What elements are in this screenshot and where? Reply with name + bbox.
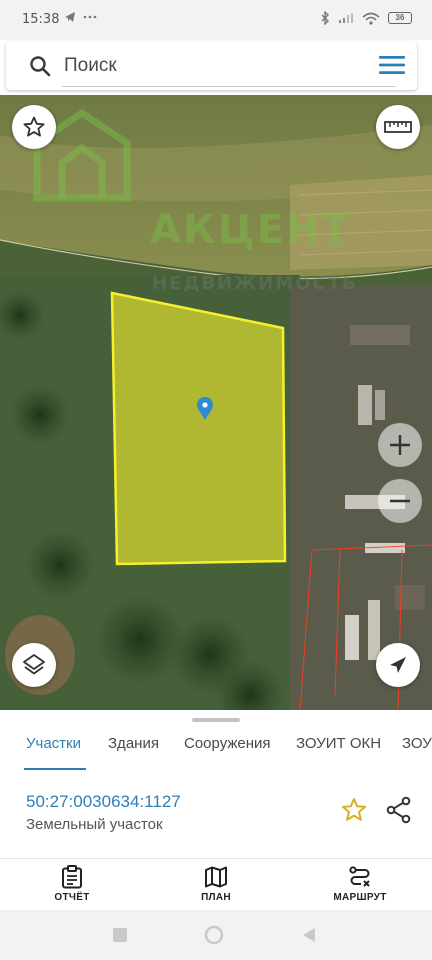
signal-icon — [339, 13, 353, 23]
watermark-title: АКЦЕНТ — [150, 207, 351, 253]
nav-plan-label: ПЛАН — [201, 892, 231, 903]
status-right-icons: 36 — [320, 11, 412, 25]
search-icon[interactable] — [28, 54, 52, 78]
home-icon[interactable] — [204, 925, 224, 945]
star-outline-icon — [23, 116, 45, 137]
layers-button[interactable] — [12, 643, 56, 687]
nav-report[interactable]: ОТЧЁТ — [22, 863, 122, 909]
more-icon — [84, 15, 97, 19]
tab-structures[interactable]: Сооружения — [184, 724, 271, 772]
clipboard-icon — [62, 865, 82, 889]
watermark-subtitle: НЕДВИЖИМОСТЬ — [152, 273, 358, 294]
search-bar — [6, 42, 417, 90]
plus-icon — [390, 435, 410, 455]
battery-icon: 36 — [388, 12, 412, 24]
search-underline — [62, 86, 396, 87]
notification-icons — [64, 11, 97, 26]
star-favorite-icon[interactable] — [340, 796, 368, 824]
recent-apps-icon[interactable] — [112, 927, 128, 943]
navigation-arrow-icon — [390, 657, 406, 673]
tab-parcels[interactable]: Участки — [26, 724, 81, 772]
wifi-icon — [362, 12, 380, 25]
drag-handle[interactable] — [192, 718, 240, 722]
zoom-out-button[interactable] — [378, 479, 422, 523]
measure-button[interactable] — [376, 105, 420, 149]
search-input[interactable] — [64, 50, 364, 82]
nav-route-label: МАРШРУТ — [333, 892, 387, 903]
system-navigation-bar — [0, 910, 432, 960]
status-time: 15:38 — [22, 12, 60, 27]
favorites-button[interactable] — [12, 105, 56, 149]
nav-plan[interactable]: ПЛАН — [166, 863, 266, 909]
share-icon[interactable] — [385, 796, 413, 824]
bottom-navigation: ОТЧЁТ ПЛАН МАРШРУТ — [0, 858, 432, 910]
back-icon[interactable] — [302, 927, 316, 943]
telegram-icon — [65, 12, 75, 22]
map-view[interactable]: АКЦЕНТ НЕДВИЖИМОСТЬ — [0, 95, 432, 710]
tab-buildings[interactable]: Здания — [108, 724, 159, 772]
menu-icon[interactable] — [379, 54, 405, 76]
category-tabs: Участки Здания Сооружения ЗОУИТ ОКН ЗОУ — [0, 724, 432, 772]
zoom-in-button[interactable] — [378, 423, 422, 467]
tab-zou[interactable]: ЗОУ — [402, 724, 432, 772]
route-icon — [349, 866, 370, 887]
ruler-icon — [384, 121, 412, 133]
status-bar: 15:38 36 — [0, 0, 432, 40]
parcel-type: Земельный участок — [26, 816, 163, 833]
active-tab-indicator — [24, 768, 86, 770]
bottom-sheet: Участки Здания Сооружения ЗОУИТ ОКН ЗОУ … — [0, 710, 432, 858]
nav-report-label: ОТЧЁТ — [54, 892, 90, 903]
map-icon — [205, 866, 227, 888]
minus-icon — [390, 499, 410, 503]
nav-route[interactable]: МАРШРУТ — [310, 863, 410, 909]
my-location-button[interactable] — [376, 643, 420, 687]
bluetooth-icon — [321, 11, 329, 25]
layers-icon — [23, 654, 45, 675]
tab-zouit-okn[interactable]: ЗОУИТ ОКН — [296, 724, 381, 772]
parcel-cadastral-number[interactable]: 50:27:0030634:1127 — [26, 792, 181, 812]
